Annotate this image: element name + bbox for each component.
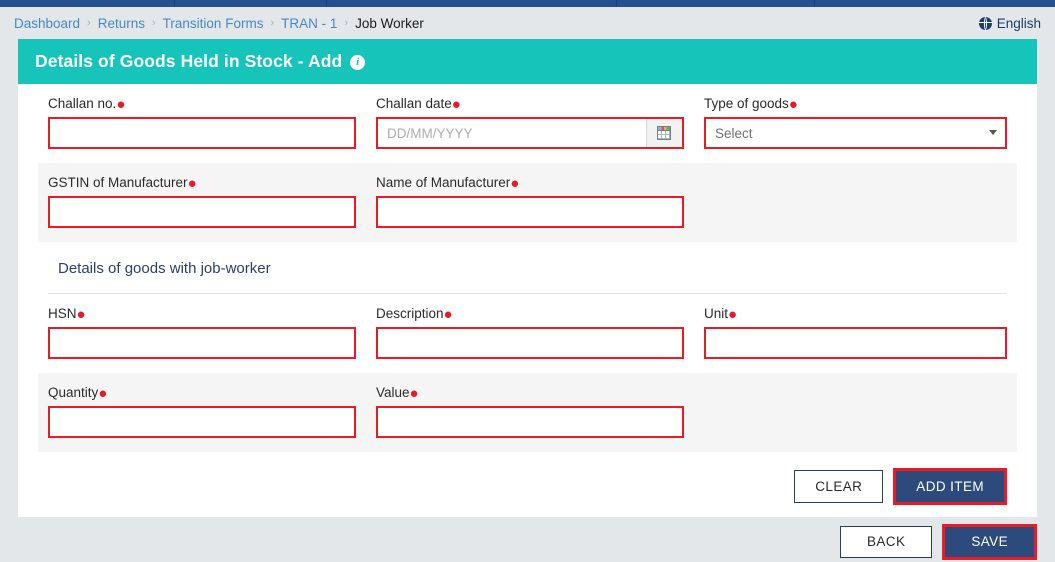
unit-input[interactable]: [703, 327, 1007, 359]
language-selector[interactable]: English: [978, 15, 1041, 31]
required-marker: ●: [187, 175, 197, 192]
globe-icon: [978, 16, 992, 30]
form-row-goods: HSN● Description● Unit●: [38, 294, 1017, 373]
breadcrumb-bar: Dashboard › Returns › Transition Forms ›…: [0, 7, 1055, 39]
required-marker: ●: [727, 306, 738, 323]
info-icon[interactable]: i: [350, 55, 366, 70]
label-type-of-goods: Type of goods●: [703, 96, 798, 113]
required-marker: ●: [116, 96, 126, 113]
field-type-of-goods: Type of goods● Select: [694, 96, 1017, 149]
save-button[interactable]: SAVE: [945, 526, 1034, 557]
breadcrumb-item-dashboard[interactable]: Dashboard: [14, 16, 80, 31]
required-marker: ●: [788, 96, 798, 113]
field-spacer: [694, 385, 1017, 438]
required-marker: ●: [409, 385, 419, 402]
topnav-segment-1[interactable]: [0, 0, 175, 7]
description-input[interactable]: [375, 327, 684, 359]
form-row-challan: Challan no.● Challan date● Type of goods…: [38, 84, 1017, 163]
label-unit: Unit●: [703, 306, 738, 323]
field-value: Value●: [366, 385, 694, 438]
breadcrumb-separator: ›: [270, 17, 275, 29]
type-of-goods-wrapper: Select: [703, 117, 1007, 149]
label-name-of-manufacturer: Name of Manufacturer●: [375, 175, 520, 192]
breadcrumb-item-job-worker: Job Worker: [355, 15, 424, 31]
form-row-manufacturer: GSTIN of Manufacturer● Name of Manufactu…: [38, 163, 1017, 242]
breadcrumb: Dashboard › Returns › Transition Forms ›…: [14, 16, 424, 31]
label-challan-no: Challan no.●: [48, 96, 126, 113]
top-navigation-bar: [0, 0, 1055, 7]
label-challan-date: Challan date●: [375, 96, 461, 113]
field-quantity: Quantity●: [38, 385, 366, 438]
field-name-of-manufacturer: Name of Manufacturer●: [366, 175, 694, 228]
label-description: Description●: [375, 306, 453, 323]
type-of-goods-select[interactable]: Select: [703, 117, 1007, 149]
back-button[interactable]: BACK: [840, 525, 933, 558]
card-body: Challan no.● Challan date● Type of goods…: [18, 84, 1037, 505]
challan-no-input[interactable]: [48, 117, 356, 149]
label-gstin-of-manufacturer: GSTIN of Manufacturer●: [48, 175, 197, 192]
calendar-icon: [657, 126, 672, 140]
topnav-segment-3[interactable]: [327, 0, 617, 7]
field-spacer: [694, 175, 1017, 228]
calendar-button[interactable]: [645, 119, 682, 147]
add-item-highlight: ADD ITEM: [893, 468, 1007, 505]
name-of-manufacturer-input[interactable]: [375, 196, 684, 228]
hsn-input[interactable]: [48, 327, 356, 359]
field-unit: Unit●: [694, 306, 1017, 359]
topnav-segment-5[interactable]: [815, 0, 1055, 7]
required-marker: ●: [98, 385, 108, 402]
required-marker: ●: [76, 306, 86, 323]
clear-button[interactable]: CLEAR: [794, 470, 884, 503]
quantity-input[interactable]: [48, 406, 356, 438]
breadcrumb-separator: ›: [87, 17, 91, 29]
challan-date-group: [375, 117, 684, 149]
footer-action-bar: BACK SAVE: [0, 521, 1055, 562]
breadcrumb-item-returns[interactable]: Returns: [98, 16, 145, 31]
challan-date-input[interactable]: [377, 119, 646, 147]
goods-in-stock-card: Details of Goods Held in Stock - Add i C…: [18, 39, 1037, 517]
card-header: Details of Goods Held in Stock - Add i: [18, 39, 1037, 84]
field-challan-date: Challan date●: [366, 96, 694, 149]
language-label: English: [996, 15, 1041, 31]
add-item-button[interactable]: ADD ITEM: [896, 471, 1004, 502]
breadcrumb-item-tran-1[interactable]: TRAN - 1: [281, 16, 337, 31]
field-challan-no: Challan no.●: [38, 96, 366, 149]
topnav-segment-4[interactable]: [617, 0, 815, 7]
item-action-bar: CLEAR ADD ITEM: [38, 452, 1017, 505]
save-highlight: SAVE: [942, 523, 1037, 560]
gstin-of-manufacturer-input[interactable]: [48, 196, 356, 228]
field-hsn: HSN●: [38, 306, 366, 359]
value-input[interactable]: [375, 406, 684, 438]
label-hsn: HSN●: [48, 306, 86, 323]
page-title: Details of Goods Held in Stock - Add: [35, 51, 343, 71]
required-marker: ●: [510, 175, 520, 192]
label-value: Value●: [375, 385, 419, 402]
field-description: Description●: [366, 306, 694, 359]
breadcrumb-separator: ›: [344, 17, 349, 29]
required-marker: ●: [443, 306, 453, 323]
label-quantity: Quantity●: [48, 385, 108, 402]
breadcrumb-separator: ›: [152, 17, 156, 29]
section-heading-job-worker: Details of goods with job-worker: [48, 242, 1007, 294]
breadcrumb-item-transition-forms[interactable]: Transition Forms: [163, 16, 264, 31]
field-gstin-of-manufacturer: GSTIN of Manufacturer●: [38, 175, 366, 228]
form-row-quantity-value: Quantity● Value●: [38, 373, 1017, 452]
required-marker: ●: [451, 96, 461, 113]
topnav-segment-2[interactable]: [175, 0, 327, 7]
